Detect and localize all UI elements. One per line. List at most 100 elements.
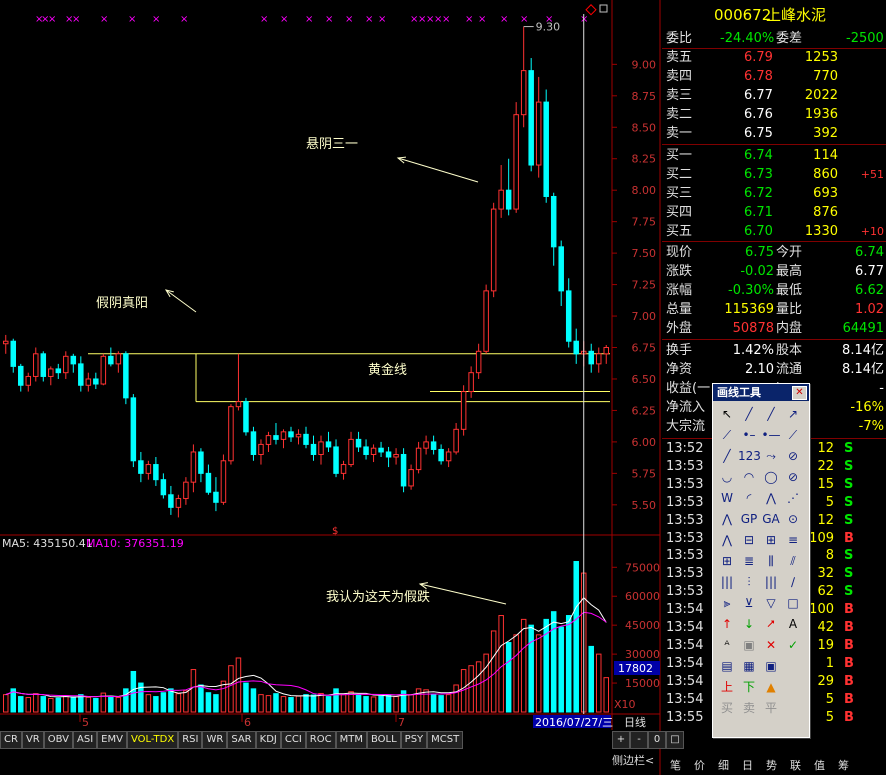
tab-mtm[interactable]: MTM (335, 731, 367, 749)
gp-icon[interactable]: GP (738, 509, 760, 530)
blank2-icon[interactable] (782, 677, 804, 698)
fibo-grid-icon[interactable]: ⊞ (760, 530, 782, 551)
wave-icon[interactable]: ⤳ (760, 446, 782, 467)
side-tab-5[interactable]: 联 (790, 757, 801, 775)
curve-icon[interactable]: ◜ (738, 488, 760, 509)
fibo-line-icon[interactable]: ≡ (782, 530, 804, 551)
w-pattern-icon[interactable]: W (716, 488, 738, 509)
note-icon[interactable]: ▤ (716, 656, 738, 677)
ask-row[interactable]: 卖四 6.78 770 (662, 67, 886, 86)
hray-icon[interactable]: •— (760, 425, 782, 446)
table-icon[interactable]: ▦ (738, 656, 760, 677)
tab-control-2[interactable]: 0 (648, 731, 666, 749)
tool-flat-button[interactable]: 平 (760, 698, 782, 719)
shade-icon[interactable]: ▣ (738, 635, 760, 656)
ask-row[interactable]: 卖三 6.77 2022 (662, 86, 886, 105)
circle-icon[interactable]: ◯ (760, 467, 782, 488)
tool-buy-button[interactable]: 买 (716, 698, 738, 719)
speed-icon[interactable]: ⫽ (782, 551, 804, 572)
fibo-box-icon[interactable]: ⊟ (738, 530, 760, 551)
pyramid-icon[interactable]: ▽ (760, 593, 782, 614)
level-icon[interactable]: ▲ (760, 677, 782, 698)
ray-icon[interactable]: ╱ (760, 404, 782, 425)
tab-cr[interactable]: CR (0, 731, 22, 749)
channel-icon[interactable]: ╱ (716, 446, 738, 467)
bars-icon[interactable]: ||| (760, 572, 782, 593)
tab-wr[interactable]: WR (202, 731, 228, 749)
square-icon[interactable] (599, 4, 608, 13)
ask-row[interactable]: 卖一 6.75 392 (662, 124, 886, 143)
tab-asi[interactable]: ASI (73, 731, 98, 749)
side-tab-1[interactable]: 价 (694, 757, 705, 775)
bid-row[interactable]: 买四 6.71 876 (662, 203, 886, 222)
up-arrow-icon[interactable]: ↑ (716, 614, 738, 635)
side-tab-3[interactable]: 日 (742, 757, 753, 775)
triangle-down-icon[interactable]: ⊻ (738, 593, 760, 614)
drawing-tool-window[interactable]: 画线工具 ✕ ↖ ╱ ╱ ↗ ⟋ •– •— ⟋ ╱ 123 ⤳ ⊘ ◡ ◠ ◯ ⊘ W ◜ ⋀ ⋰ ⋀ GP GA ⊙ ⋀ ⊟ ⊞… (712, 383, 810, 738)
tab-rsi[interactable]: RSI (178, 731, 203, 749)
zigzag-icon[interactable]: ⋀ (716, 530, 738, 551)
periodic-icon[interactable]: ||| (716, 572, 738, 593)
period-label[interactable]: 日线 (624, 715, 646, 729)
text-box-icon[interactable]: ᴬ (716, 635, 738, 656)
arc-up-icon[interactable]: ◠ (738, 467, 760, 488)
segment-icon[interactable]: ⟋ (716, 425, 738, 446)
tab-control-3[interactable]: □ (666, 731, 684, 749)
tab-boll[interactable]: BOLL (366, 731, 401, 749)
cycle-icon[interactable]: ⫼ (760, 551, 782, 572)
tab-mcst[interactable]: MCST (427, 731, 464, 749)
ask-row[interactable]: 卖二 6.76 1936 (662, 105, 886, 124)
down-arrow-icon[interactable]: ↓ (738, 614, 760, 635)
delete-icon[interactable]: ✕ (760, 635, 782, 656)
ellipse-icon[interactable]: ⊘ (782, 467, 804, 488)
gann-grid-icon[interactable]: ≣ (738, 551, 760, 572)
tab-emv[interactable]: EMV (97, 731, 127, 749)
close-icon[interactable]: ✕ (792, 386, 807, 400)
side-tab-7[interactable]: 筹 (838, 757, 849, 775)
tab-vol-tdx[interactable]: VOL-TDX (126, 731, 179, 749)
ga-icon[interactable]: GA (760, 509, 782, 530)
tab-cci[interactable]: CCI (280, 731, 306, 749)
time-zone-icon[interactable]: ⫶ (738, 572, 760, 593)
line-icon[interactable]: ╱ (738, 404, 760, 425)
up-mark-icon[interactable]: 上 (716, 677, 738, 698)
flag-icon[interactable]: ⭧ (760, 614, 782, 635)
arc-down-icon[interactable]: ◡ (716, 467, 738, 488)
tab-roc[interactable]: ROC (305, 731, 336, 749)
circle-cross-icon[interactable]: ⊘ (782, 446, 804, 467)
side-tab-0[interactable]: 笔 (670, 757, 681, 775)
arrow-icon[interactable]: ↗ (782, 404, 804, 425)
select-icon[interactable]: ↖ (716, 404, 738, 425)
blank-icon[interactable] (782, 656, 804, 677)
rectangle-icon[interactable]: □ (782, 593, 804, 614)
hline-icon[interactable]: •– (738, 425, 760, 446)
gann-box-icon[interactable]: ⊞ (716, 551, 738, 572)
kline-chart-area[interactable]: 9.00 8.75 8.50 8.25 8.00 7.75 7.50 7.25 7.00 6.75… (0, 0, 882, 775)
trend-up-icon[interactable]: ⋰ (782, 488, 804, 509)
down-mark-icon[interactable]: 下 (738, 677, 760, 698)
ask-row[interactable]: 卖五 6.79 1253 (662, 48, 886, 67)
text-num-icon[interactable]: 123 (738, 446, 761, 467)
triangle-icon[interactable]: ⋀ (716, 509, 738, 530)
bid-row[interactable]: 买五 6.70 1330 +10 (662, 222, 886, 241)
tab-kdj[interactable]: KDJ (255, 731, 281, 749)
tab-sar[interactable]: SAR (227, 731, 256, 749)
fan-icon[interactable]: ∕ (782, 572, 804, 593)
tab-obv[interactable]: OBV (43, 731, 73, 749)
parallel-icon[interactable]: ⟋ (782, 425, 804, 446)
bid-row[interactable]: 买一 6.74 114 (662, 146, 886, 165)
bid-row[interactable]: 买三 6.72 693 (662, 184, 886, 203)
tab-vr[interactable]: VR (21, 731, 44, 749)
side-tab-2[interactable]: 细 (718, 757, 729, 775)
tab-control-0[interactable]: + (612, 731, 630, 749)
side-tab-6[interactable]: 值 (814, 757, 825, 775)
bid-row[interactable]: 买二 6.73 860 +51 (662, 165, 886, 184)
sidebar-toggle[interactable]: 侧边栏< (612, 752, 654, 768)
image-icon[interactable]: ▣ (760, 656, 782, 677)
tab-control-1[interactable]: - (630, 731, 648, 749)
text-icon[interactable]: A (782, 614, 804, 635)
tab-psy[interactable]: PSY (400, 731, 428, 749)
check-icon[interactable]: ✓ (782, 635, 804, 656)
tool-sell-button[interactable]: 卖 (738, 698, 760, 719)
gann-fan-icon[interactable]: ⫸ (716, 593, 738, 614)
